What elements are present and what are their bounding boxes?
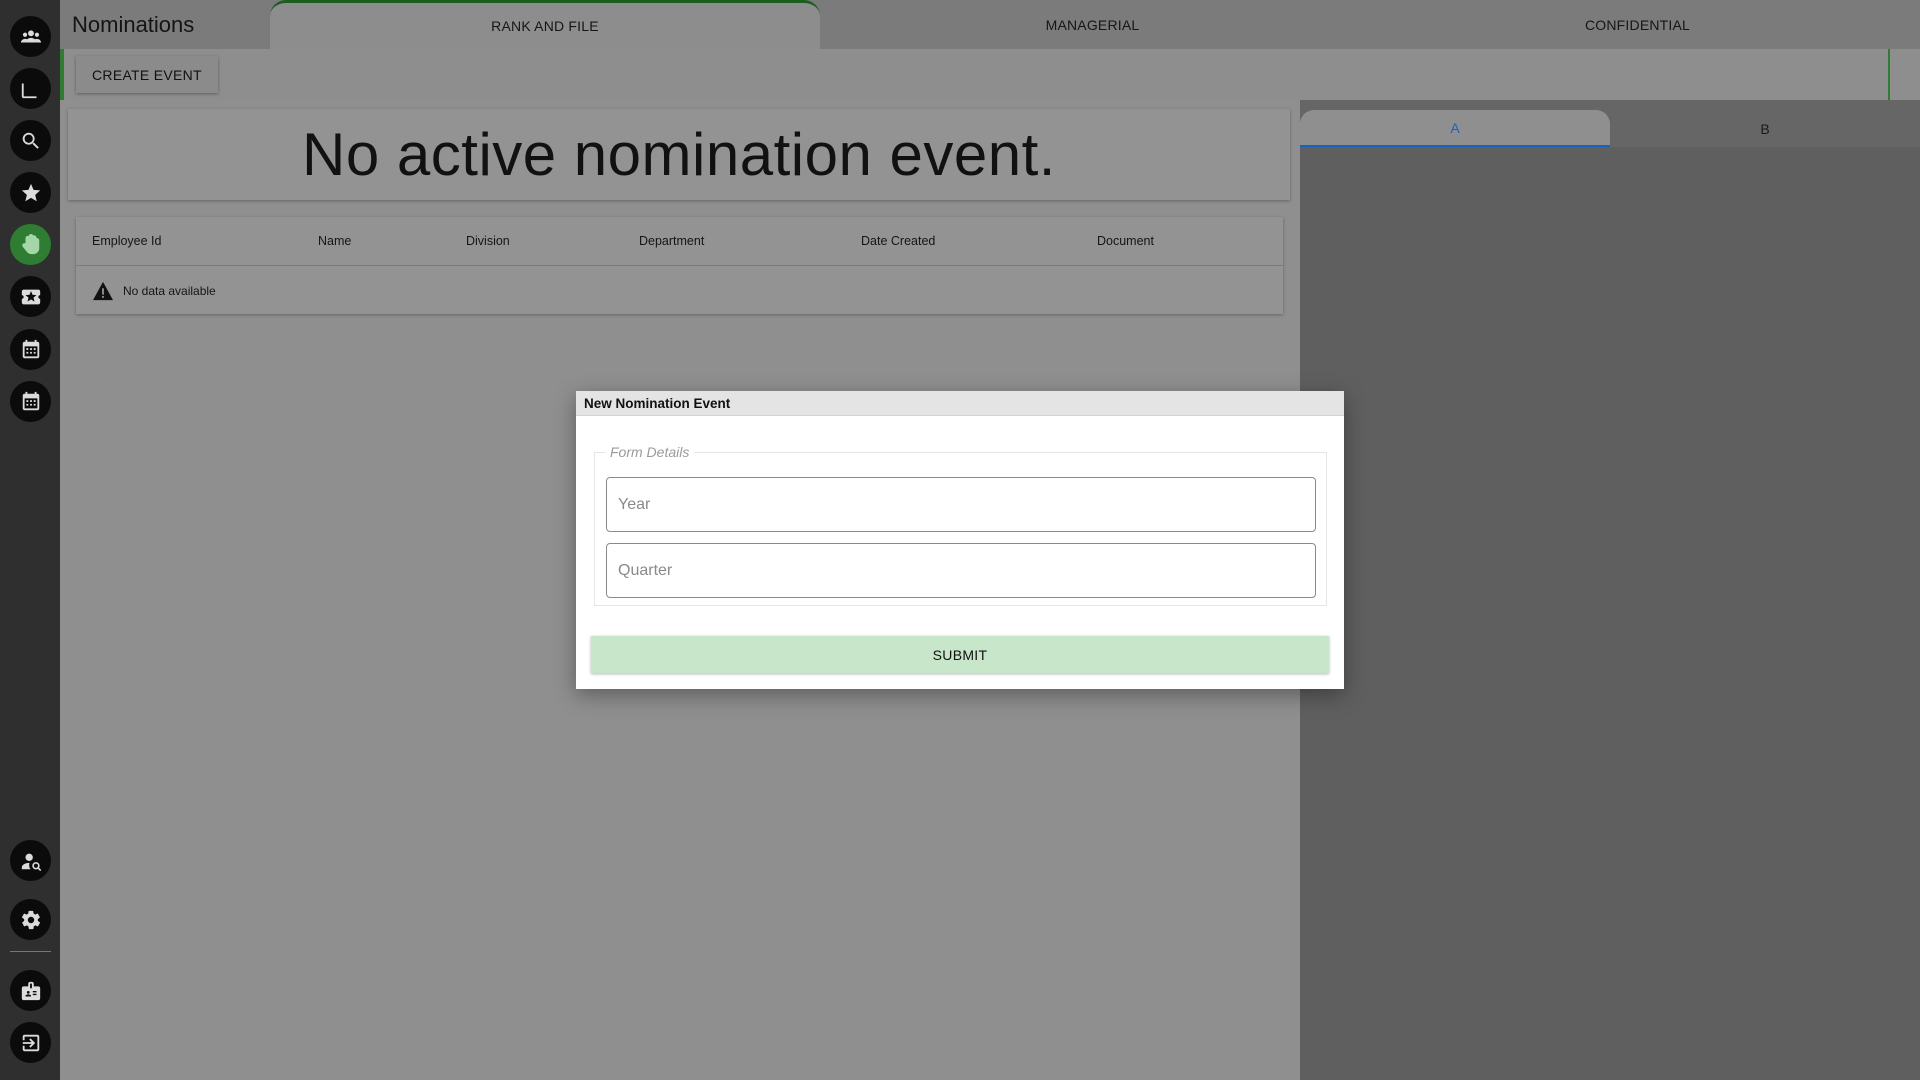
user-search-icon	[21, 853, 41, 871]
people-nav-button[interactable]	[10, 16, 51, 57]
calendar-nav-button[interactable]	[10, 329, 51, 370]
column-header-employee-id[interactable]: Employee Id	[92, 234, 161, 248]
empty-state-message: No active nomination event.	[302, 121, 1056, 188]
logout-nav-button[interactable]	[10, 1022, 51, 1063]
gear-icon	[21, 910, 40, 929]
warning-icon	[93, 281, 113, 301]
calendar-icon	[22, 339, 39, 358]
badge-nav-button[interactable]	[10, 970, 51, 1011]
badge-icon	[21, 981, 40, 1000]
tab-b[interactable]: B	[1610, 110, 1920, 147]
calendar-alt-nav-button[interactable]	[10, 381, 51, 422]
ticket-nav-button[interactable]	[10, 276, 51, 317]
tab-managerial[interactable]: MANAGERIAL	[820, 0, 1365, 49]
ticket-icon	[21, 289, 40, 304]
toolbar: CREATE EVENT	[60, 49, 1920, 100]
hand-icon	[21, 233, 39, 254]
column-header-date-created[interactable]: Date Created	[861, 234, 935, 248]
search-icon	[22, 132, 39, 149]
help-book-nav-button[interactable]	[10, 68, 51, 109]
sidebar	[0, 0, 60, 1080]
new-nomination-event-dialog: New Nomination Event Form Details SUBMIT	[576, 391, 1344, 689]
create-event-button[interactable]: CREATE EVENT	[76, 56, 218, 93]
submit-button[interactable]: SUBMIT	[591, 636, 1329, 673]
page-title: Nominations	[72, 12, 195, 37]
tab-confidential[interactable]: CONFIDENTIAL	[1365, 0, 1910, 49]
logout-icon	[22, 1034, 39, 1051]
help-book-icon	[21, 79, 40, 98]
star-icon	[21, 183, 40, 201]
empty-state-card: No active nomination event.	[68, 109, 1290, 200]
column-header-document[interactable]: Document	[1097, 234, 1154, 248]
dialog-title: New Nomination Event	[576, 391, 1344, 416]
hand-nav-button[interactable]	[10, 224, 51, 265]
toolbar-right-marker	[1888, 49, 1890, 100]
tab-rank-and-file[interactable]: RANK AND FILE	[270, 0, 820, 49]
year-input[interactable]	[606, 477, 1316, 532]
right-panel-tabs: A B	[1300, 100, 1920, 147]
column-header-name[interactable]: Name	[318, 234, 351, 248]
people-icon	[20, 29, 41, 42]
column-header-department[interactable]: Department	[639, 234, 704, 248]
calendar-alt-icon	[22, 391, 39, 410]
nominations-table: Employee Id Name Division Department Dat…	[76, 217, 1283, 314]
top-bar: Nominations RANK AND FILE MANAGERIAL CON…	[60, 0, 1920, 49]
no-data-row: No data available	[92, 281, 216, 301]
form-details-fieldset: Form Details	[594, 444, 1327, 606]
no-data-message: No data available	[123, 284, 216, 298]
star-nav-button[interactable]	[10, 172, 51, 213]
form-details-legend: Form Details	[610, 444, 690, 460]
sidebar-divider	[10, 951, 51, 952]
quarter-input[interactable]	[606, 543, 1316, 598]
right-panel: A B	[1300, 100, 1920, 1080]
table-header: Employee Id Name Division Department Dat…	[76, 217, 1283, 266]
search-nav-button[interactable]	[10, 120, 51, 161]
column-header-division[interactable]: Division	[466, 234, 510, 248]
tab-a[interactable]: A	[1300, 110, 1610, 147]
user-search-nav-button[interactable]	[10, 840, 51, 881]
settings-nav-button[interactable]	[10, 899, 51, 940]
